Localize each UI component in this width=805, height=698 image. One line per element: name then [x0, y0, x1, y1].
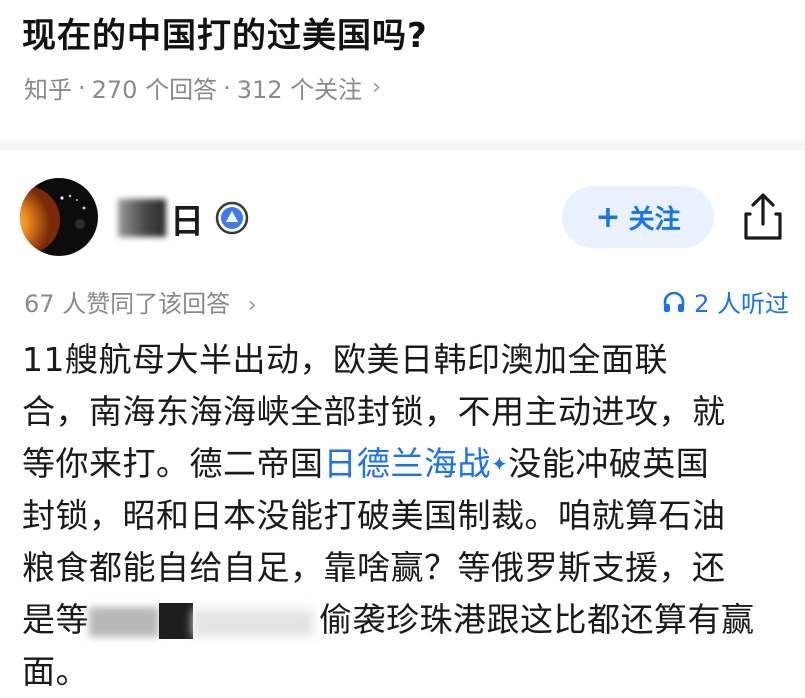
source-label: 知乎 [24, 76, 72, 104]
author-name[interactable]: 日 [118, 196, 249, 242]
question-title[interactable]: 现在的中国打的过美国吗? [22, 8, 428, 57]
answer-line: 面。 [22, 652, 89, 691]
answer-text: 没能冲破英国 [508, 444, 710, 483]
answer-body: 11艘航母大半出动，欧美日韩印澳加全面联 合，南海东海海峡全部封锁，不用主动进攻… [22, 334, 792, 698]
likes-count[interactable]: 67 人赞同了该回答 › [24, 284, 257, 319]
answer-line: 粮食都能自给自足，靠啥赢？等俄罗斯支援，还 [22, 548, 726, 587]
answer-line: 封锁，昭和日本没能打破美国制裁。咱就算石油 [22, 496, 726, 535]
verified-badge-icon [215, 201, 249, 235]
meta-separator: · [78, 73, 86, 102]
answer-line: 合，南海东海海峡全部封锁，不用主动进攻，就 [22, 392, 726, 431]
share-icon[interactable] [738, 190, 788, 244]
answer-text: 是等 [22, 600, 89, 639]
sun-avatar-icon [20, 178, 98, 256]
followers-count: 312 个关注 [236, 76, 363, 104]
follow-label: 关注 [628, 204, 681, 235]
listened-text: 2 人听过 [694, 290, 789, 318]
answer-text: 偷袭珍珠港跟这比都还算有赢 [319, 600, 755, 639]
answer-line: 等你来打。德二帝国日德兰海战✦没能冲破英国 [22, 438, 792, 490]
plus-icon: + [595, 199, 621, 235]
redacted-username [118, 199, 166, 237]
chevron-right-icon: › [372, 75, 381, 100]
listened-count[interactable]: 2 人听过 [662, 284, 789, 319]
sparkle-icon: ✦ [491, 452, 509, 476]
follow-button[interactable]: + 关注 [562, 186, 714, 248]
headphones-icon [663, 291, 685, 312]
redacted-text [89, 601, 319, 643]
question-meta[interactable]: 知乎 · 270 个回答 · 312 个关注 › [24, 70, 381, 105]
meta-separator: · [223, 73, 231, 102]
answer-line: 11艘航母大半出动，欧美日韩印澳加全面联 [22, 340, 668, 379]
likes-text: 67 人赞同了该回答 [24, 290, 231, 318]
jutland-link[interactable]: 日德兰海战 [324, 444, 492, 483]
chevron-right-icon: › [247, 293, 257, 318]
section-divider [0, 140, 805, 150]
author-avatar[interactable] [20, 178, 98, 256]
answers-count: 270 个回答 [91, 76, 218, 104]
answer-line: 是等 偷袭珍珠港跟这比都还算有赢 [22, 594, 792, 646]
answer-text: 等你来打。德二帝国 [22, 444, 324, 483]
author-name-text: 日 [170, 201, 205, 242]
